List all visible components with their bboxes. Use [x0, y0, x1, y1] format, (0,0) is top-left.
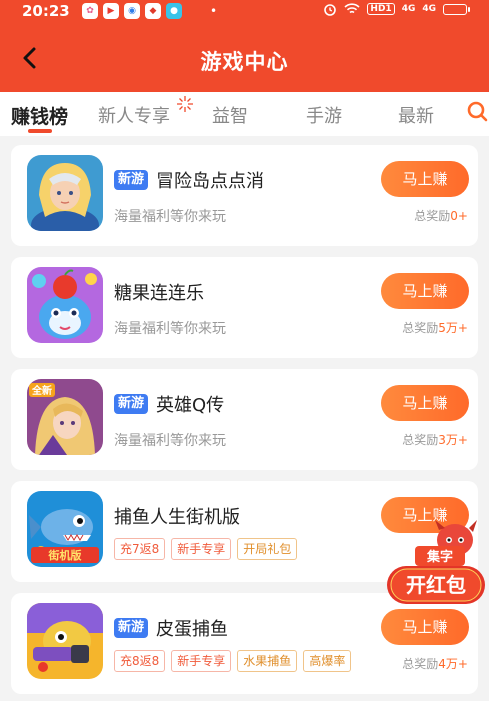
status-indicators: HD1 4G 4G: [323, 2, 470, 16]
reward-amount: 3万+: [438, 433, 468, 447]
reward-label: 总奖励: [414, 209, 451, 223]
status-app-icons: ✿ ▶ ◉ ◆ ●: [82, 3, 182, 19]
app-header: 游戏中心: [0, 24, 489, 92]
tab-latest[interactable]: 最新: [398, 102, 434, 128]
game-tag: 水果捕鱼: [237, 650, 298, 672]
game-description: 海量福利等你来玩: [114, 209, 226, 225]
game-icon-logo: 街机版: [48, 548, 82, 562]
reward-amount: 5万+: [438, 321, 468, 335]
signal-icon: 4G: [401, 4, 416, 14]
reward-label: 总奖励: [402, 433, 439, 447]
game-tag: 新手专享: [171, 650, 232, 672]
alarm-icon: [324, 4, 337, 16]
status-bullet: •: [210, 4, 218, 18]
search-icon[interactable]: [466, 100, 488, 124]
game-tag: 新手专享: [171, 538, 232, 560]
red-packet-main-label: 开红包: [406, 573, 466, 597]
game-name: 糖果连连乐: [114, 283, 204, 304]
tab-puzzle[interactable]: 益智: [212, 102, 248, 128]
game-tags: 充8返8 新手专享 水果捕鱼 高爆率: [114, 650, 352, 672]
game-name: 捕鱼人生街机版: [114, 507, 240, 528]
game-icon-adventure: [27, 155, 103, 231]
red-packet-top-label: 集字: [426, 549, 453, 565]
game-tag: 充7返8: [114, 538, 166, 560]
status-bar: 20:23 ✿ ▶ ◉ ◆ ● • HD1 4G 4G: [0, 0, 489, 24]
game-card[interactable]: 新游 冒险岛点点消 海量福利等你来玩 马上赚 总奖励0+: [11, 145, 478, 246]
game-icon-candy: [27, 267, 103, 343]
game-tag: 高爆率: [303, 650, 352, 672]
reward-label: 总奖励: [402, 657, 439, 671]
total-reward: 总奖励5万+: [402, 319, 468, 336]
active-tab-indicator: [28, 129, 52, 133]
signal-icon: 4G: [422, 4, 436, 14]
game-app-icon: ◆: [145, 3, 161, 19]
game-icon-hero: 全新: [27, 379, 103, 455]
reward-amount: 0+: [450, 209, 468, 223]
tab-earn-rank[interactable]: 赚钱榜: [11, 102, 68, 129]
earn-now-button[interactable]: 马上赚: [381, 161, 469, 197]
status-time: 20:23: [22, 2, 70, 20]
total-reward: 总奖励3万+: [402, 431, 468, 448]
bag-app-icon: ●: [166, 3, 182, 19]
earn-now-button[interactable]: 马上赚: [381, 273, 469, 309]
game-name: 皮蛋捕鱼: [156, 619, 228, 640]
total-reward: 总奖励0+: [414, 207, 468, 224]
game-description: 海量福利等你来玩: [114, 433, 226, 449]
tab-new-user[interactable]: 新人专享: [98, 102, 170, 128]
hd-badge: HD1: [367, 3, 395, 15]
new-game-badge: 新游: [114, 394, 149, 414]
new-game-badge: 新游: [114, 618, 149, 638]
page-title: 游戏中心: [200, 50, 289, 74]
wifi-icon: [344, 3, 360, 14]
game-tag: 充8返8: [114, 650, 166, 672]
reward-label: 总奖励: [402, 321, 439, 335]
game-tags: 充7返8 新手专享 开局礼包: [114, 538, 298, 560]
gallery-app-icon: ✿: [82, 3, 98, 19]
game-description: 海量福利等你来玩: [114, 321, 226, 337]
browser-app-icon: ◉: [124, 3, 140, 19]
game-card[interactable]: 新游 皮蛋捕鱼 充8返8 新手专享 水果捕鱼 高爆率 马上赚 总奖励4万+: [11, 593, 478, 694]
category-tabs: 赚钱榜 新人专享 益智 手游 最新: [0, 92, 489, 136]
game-icon-logo: 全新: [31, 384, 52, 397]
tab-mobile-games[interactable]: 手游: [306, 102, 342, 128]
reward-amount: 4万+: [438, 657, 468, 671]
earn-now-button[interactable]: 马上赚: [381, 609, 469, 645]
new-game-badge: 新游: [114, 170, 149, 190]
game-icon-pidan-fishing: [27, 603, 103, 679]
game-icon-fishing-arcade: 街机版: [27, 491, 103, 567]
game-tag: 开局礼包: [237, 538, 298, 560]
sparkle-icon: [177, 96, 193, 112]
red-packet-float-button[interactable]: 集字 开红包: [385, 520, 487, 608]
video-app-icon: ▶: [103, 3, 119, 19]
battery-icon: [443, 3, 470, 15]
earn-now-button[interactable]: 马上赚: [381, 385, 469, 421]
game-card[interactable]: 糖果连连乐 海量福利等你来玩 马上赚 总奖励5万+: [11, 257, 478, 358]
game-card[interactable]: 全新 新游 英雄Q传 海量福利等你来玩 马上赚 总奖励3万+: [11, 369, 478, 470]
total-reward: 总奖励4万+: [402, 655, 468, 672]
game-name: 英雄Q传: [156, 395, 225, 416]
game-name: 冒险岛点点消: [156, 171, 264, 192]
